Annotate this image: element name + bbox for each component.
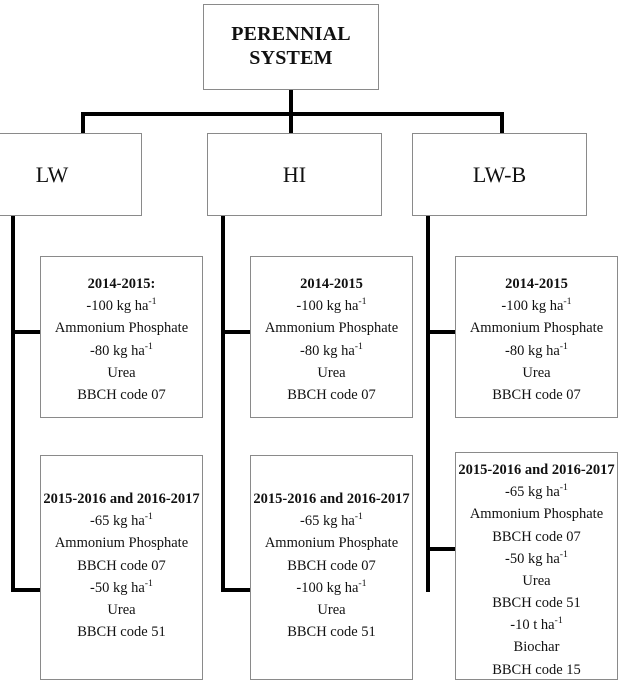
detail-line: Urea [107, 364, 136, 381]
detail-line: Urea [317, 601, 346, 618]
detail-heading: 2015-2016 and 2016-2017 [458, 462, 615, 478]
unit-exponent: -1 [559, 340, 568, 352]
unit-exponent: -1 [148, 296, 157, 308]
detail-line: Urea [107, 601, 136, 618]
detail-line: BBCH code 07 [77, 386, 166, 403]
detail-box-hi-2014-2015: 2014-2015 -100 kg ha-1 Ammonium Phosphate -… [250, 256, 413, 418]
detail-line: -100 kg ha-1 [501, 296, 572, 315]
connector-trunk-lw [11, 216, 15, 592]
detail-line: BBCH code 07 [492, 386, 581, 403]
detail-line: Ammonium Phosphate [264, 535, 399, 552]
detail-line: -50 kg ha-1 [505, 548, 568, 567]
detail-box-lw-2015-2017: 2015-2016 and 2016-2017 -65 kg ha-1 Ammoni… [40, 455, 203, 680]
connector-drop-lw [81, 112, 85, 135]
connector-stub-hi-box2 [221, 588, 253, 592]
unit-exponent: -1 [559, 548, 568, 560]
detail-line: Ammonium Phosphate [54, 535, 189, 552]
detail-line: BBCH code 07 [77, 557, 166, 574]
detail-line: -65 kg ha-1 [505, 482, 568, 501]
connector-trunk-lw-b [426, 216, 430, 592]
unit-exponent: -1 [559, 482, 568, 494]
detail-line: BBCH code 51 [77, 624, 166, 641]
detail-line: -50 kg ha-1 [90, 577, 153, 596]
connector-stub-lw-b-box2 [426, 547, 458, 551]
detail-line: -65 kg ha-1 [300, 511, 363, 530]
detail-line: Ammonium Phosphate [469, 320, 604, 337]
root-title-line-2: SYSTEM [249, 47, 333, 69]
connector-trunk-hi [221, 216, 225, 592]
detail-line: Ammonium Phosphate [469, 506, 604, 523]
detail-line: BBCH code 07 [287, 386, 376, 403]
detail-line: Ammonium Phosphate [264, 320, 399, 337]
unit-exponent: -1 [144, 511, 153, 523]
detail-line: BBCH code 15 [492, 661, 581, 678]
group-label-hi: HI [282, 161, 307, 187]
group-node-lw-b: LW-B [412, 133, 587, 216]
unit-exponent: -1 [358, 296, 367, 308]
connector-stub-lw-box1 [11, 330, 43, 334]
root-node-perennial-system: PERENNIAL SYSTEM [203, 4, 379, 90]
connector-stub-hi-box1 [221, 330, 253, 334]
detail-line: Biochar [513, 639, 560, 656]
detail-heading: 2014-2015 [300, 276, 363, 292]
detail-heading: 2015-2016 and 2016-2017 [253, 491, 410, 507]
detail-line: -100 kg ha-1 [296, 296, 367, 315]
detail-line: BBCH code 07 [492, 528, 581, 545]
connector-drop-hi [289, 112, 293, 135]
detail-line: -10 t ha-1 [510, 615, 563, 634]
unit-exponent: -1 [354, 340, 363, 352]
detail-line: -80 kg ha-1 [90, 340, 153, 359]
connector-stub-lw-b-box1 [426, 330, 458, 334]
detail-box-lw-2014-2015: 2014-2015: -100 kg ha-1 Ammonium Phosphate… [40, 256, 203, 418]
detail-box-lw-b-2014-2015: 2014-2015 -100 kg ha-1 Ammonium Phosphate -… [455, 256, 618, 418]
group-label-lw: LW [35, 161, 69, 187]
detail-line: -80 kg ha-1 [300, 340, 363, 359]
detail-line: -80 kg ha-1 [505, 340, 568, 359]
detail-box-hi-2015-2017: 2015-2016 and 2016-2017 -65 kg ha-1 Ammoni… [250, 455, 413, 680]
group-label-lw-b: LW-B [472, 161, 527, 187]
detail-line: BBCH code 07 [287, 557, 376, 574]
detail-line: Urea [317, 364, 346, 381]
detail-heading: 2014-2015 [505, 276, 568, 292]
detail-heading: 2014-2015: [87, 276, 156, 292]
unit-exponent: -1 [554, 615, 563, 627]
connector-drop-lw-b [500, 112, 504, 135]
group-node-lw: LW [0, 133, 142, 216]
unit-exponent: -1 [354, 511, 363, 523]
unit-exponent: -1 [563, 296, 572, 308]
group-node-hi: HI [207, 133, 382, 216]
detail-line: BBCH code 51 [287, 624, 376, 641]
detail-heading: 2015-2016 and 2016-2017 [43, 491, 200, 507]
unit-exponent: -1 [144, 340, 153, 352]
detail-box-lw-b-2015-2017: 2015-2016 and 2016-2017 -65 kg ha-1 Ammoni… [455, 452, 618, 680]
root-title-line-1: PERENNIAL [231, 23, 351, 46]
unit-exponent: -1 [358, 577, 367, 589]
detail-line: Ammonium Phosphate [54, 320, 189, 337]
detail-line: -100 kg ha-1 [86, 296, 157, 315]
unit-exponent: -1 [144, 577, 153, 589]
detail-line: -100 kg ha-1 [296, 577, 367, 596]
detail-line: -65 kg ha-1 [90, 511, 153, 530]
connector-stub-lw-box2 [11, 588, 43, 592]
detail-line: BBCH code 51 [492, 595, 581, 612]
detail-line: Urea [522, 364, 551, 381]
detail-line: Urea [522, 572, 551, 589]
